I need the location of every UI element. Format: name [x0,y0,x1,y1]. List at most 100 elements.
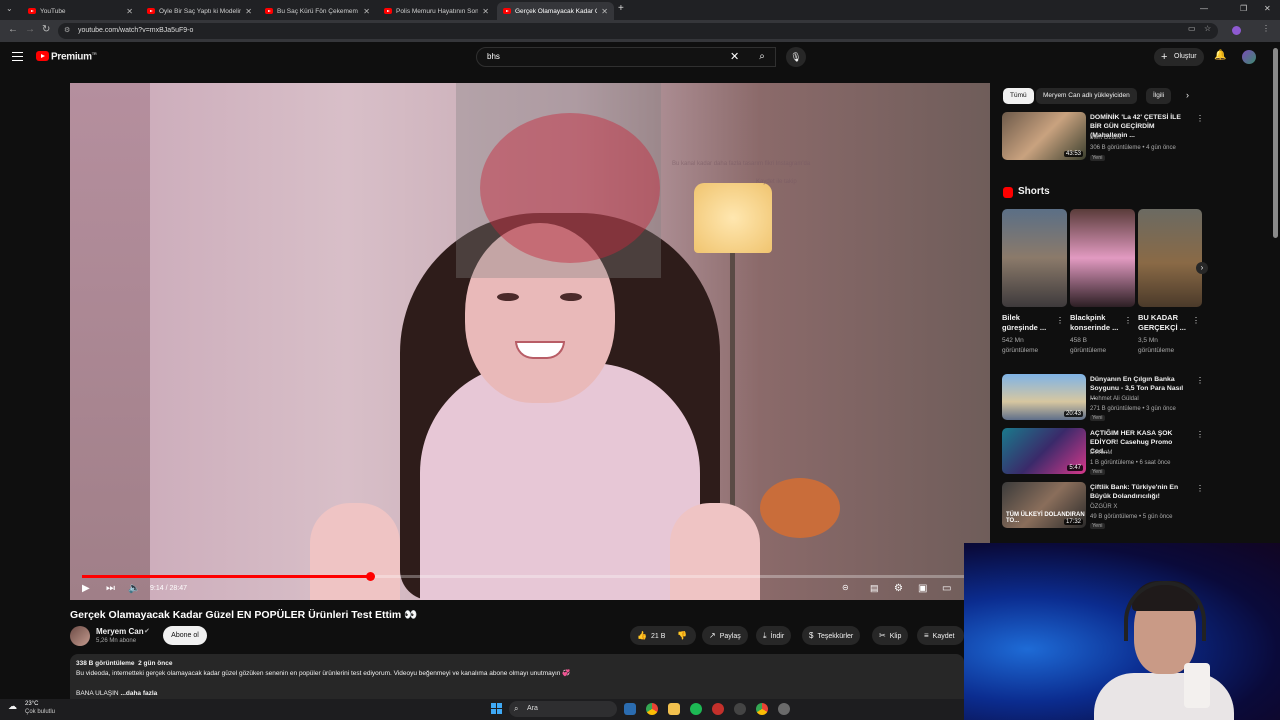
chip-from-uploader[interactable]: Meryem Can adlı yükleyiciden [1036,88,1137,104]
github-icon[interactable] [734,703,746,715]
url-bar[interactable]: ⚙ youtube.com/watch?v=mxBJa5uF9-o [58,23,1218,39]
reload-icon[interactable]: ↻ [42,24,50,35]
weather-description[interactable]: Çok bulutlu [25,709,55,715]
recommended-thumbnail[interactable]: 20:43 [1002,374,1086,420]
short-title[interactable]: Blackpink konserinde ... [1070,313,1124,333]
thumbs-down-icon[interactable]: 👎 [677,631,687,640]
autoplay-toggle-icon[interactable]: ⊝ [842,583,849,592]
close-tab-icon[interactable]: ✕ [245,7,252,16]
youtube-logo-icon[interactable] [36,51,49,61]
more-options-icon[interactable]: ⋮ [1056,316,1064,325]
cast-icon[interactable]: ▭ [1188,24,1196,33]
menu-icon[interactable] [12,52,23,61]
close-tab-icon[interactable]: ✕ [126,7,133,16]
next-icon[interactable]: ⏭ [106,583,115,594]
file-explorer-icon[interactable] [668,703,680,715]
more-options-icon[interactable]: ⋮ [1196,376,1204,385]
miniplayer-icon[interactable]: ▣ [918,583,927,594]
channel-name[interactable]: Meryem Can [96,627,144,636]
thanks-button[interactable]: $ Teşekkürler [802,626,861,645]
windows-start-icon[interactable] [491,703,502,714]
tab-active-video[interactable]: Gerçek Olamayacak Kadar Güze ✕ [497,2,614,20]
video-player[interactable]: Bu kanal kadar daha fazla tasarım fikri … [70,83,990,600]
recommended-thumbnail[interactable]: 43:53 [1002,112,1086,160]
page-scrollbar[interactable] [1273,48,1278,238]
opera-icon[interactable] [712,703,724,715]
minimize-icon[interactable]: — [1200,4,1208,13]
shorts-next-icon[interactable]: › [1196,262,1208,274]
channel-avatar[interactable] [70,626,90,646]
subtitles-icon[interactable]: ▤ [870,583,879,594]
user-avatar[interactable] [1242,50,1256,64]
close-tab-icon[interactable]: ✕ [601,7,608,16]
tab-list-icon[interactable]: ⌄ [6,4,13,13]
more-options-icon[interactable]: ⋮ [1196,430,1204,439]
maximize-icon[interactable]: ❐ [1240,4,1247,13]
video-hand-left [310,503,400,600]
steam-icon[interactable] [624,703,636,715]
clip-button[interactable]: ✂ Klip [872,626,909,645]
show-more-link[interactable]: ...daha fazla [120,690,157,697]
recommended-channel[interactable]: Mehmet Ali Güldal [1090,395,1139,404]
progress-scrubber[interactable] [365,572,375,581]
create-button[interactable]: + Oluştur [1154,48,1204,66]
video-lamp-pole [730,253,735,513]
short-title[interactable]: BU KADAR GERÇEKÇİ ... [1138,313,1192,333]
short-thumbnail[interactable] [1138,209,1202,307]
forward-icon[interactable]: → [25,24,35,35]
share-button[interactable]: ↗ Paylaş [702,626,748,645]
recommended-title[interactable]: Çiftlik Bank: Türkiye'nin En Büyük Dolan… [1090,483,1190,501]
volume-icon[interactable]: 🔈 [128,583,140,594]
settings-gear-icon[interactable]: ⚙ [894,583,903,594]
tab-video-2[interactable]: Öyle Bir Saç Yaptı ki Modelin Ai ✕ [141,2,258,20]
recommended-channel[interactable]: ÖZGÜR X [1090,503,1117,512]
chip-all[interactable]: Tümü [1003,88,1034,104]
more-options-icon[interactable]: ⋮ [1196,114,1204,123]
close-tab-icon[interactable]: ✕ [363,7,370,16]
tab-youtube[interactable]: YouTube ✕ [22,2,139,20]
more-options-icon[interactable]: ⋮ [1124,316,1132,325]
back-icon[interactable]: ← [8,24,18,35]
short-title[interactable]: Bilek güreşinde ... [1002,313,1054,333]
chrome-icon[interactable] [756,703,768,715]
short-thumbnail[interactable] [1070,209,1135,307]
chip-related[interactable]: İlgili [1146,88,1172,104]
spotify-icon[interactable] [690,703,702,715]
microphone-icon[interactable]: 🎙 [786,47,806,67]
profile-icon[interactable] [1232,26,1241,35]
like-count[interactable]: 21 B [651,633,665,640]
recommended-channel[interactable]: Mert Öztürk [1090,134,1121,143]
site-info-icon[interactable]: ⚙ [64,23,70,39]
more-options-icon[interactable]: ⋮ [1192,316,1200,325]
bookmark-star-icon[interactable]: ☆ [1204,24,1211,33]
short-thumbnail[interactable] [1002,209,1067,307]
close-window-icon[interactable]: ✕ [1264,4,1271,13]
like-dislike-group: 👍 21 B 👎 [630,626,696,645]
tab-video-3[interactable]: Bu Saç Kürü Fön Çekemem Dedi ✕ [259,2,376,20]
chrome-icon[interactable] [646,703,658,715]
search-icon[interactable]: ⌕ [748,47,776,67]
new-tab-button[interactable]: + [618,3,624,14]
recommended-thumbnail[interactable]: TÜM ÜLKEYİ DOLANDIRAN TO... 17:32 [1002,482,1086,528]
tab-video-4[interactable]: Polis Memuru Hayatının Son R ✕ [378,2,495,20]
download-button[interactable]: ⤓ İndir [756,626,792,645]
close-tab-icon[interactable]: ✕ [482,7,489,16]
browser-menu-icon[interactable]: ⋮ [1262,24,1270,33]
settings-gear-icon[interactable] [778,703,790,715]
weather-temperature[interactable]: 23°C [25,701,38,707]
theater-mode-icon[interactable]: ▭ [942,583,951,594]
clear-search-icon[interactable]: ✕ [730,50,739,63]
recommended-thumbnail[interactable]: 5:47 [1002,428,1086,474]
subscribe-button[interactable]: Abone ol [163,626,207,645]
progress-bar[interactable] [82,572,978,581]
recommended-channel[interactable]: DevonM [1090,449,1112,458]
taskbar-search[interactable]: ⌕ Ara [509,701,617,717]
save-button[interactable]: ≡ Kaydet [917,626,964,645]
play-icon[interactable]: ▶ [82,583,90,594]
chevron-right-icon[interactable]: › [1186,90,1189,100]
weather-cloud-icon[interactable]: ☁ [8,701,17,712]
thumbs-up-icon[interactable]: 👍 [637,631,647,640]
brand-premium[interactable]: PremiumTR [51,51,97,62]
notifications-bell-icon[interactable]: 🔔 [1214,50,1226,61]
more-options-icon[interactable]: ⋮ [1196,484,1204,493]
